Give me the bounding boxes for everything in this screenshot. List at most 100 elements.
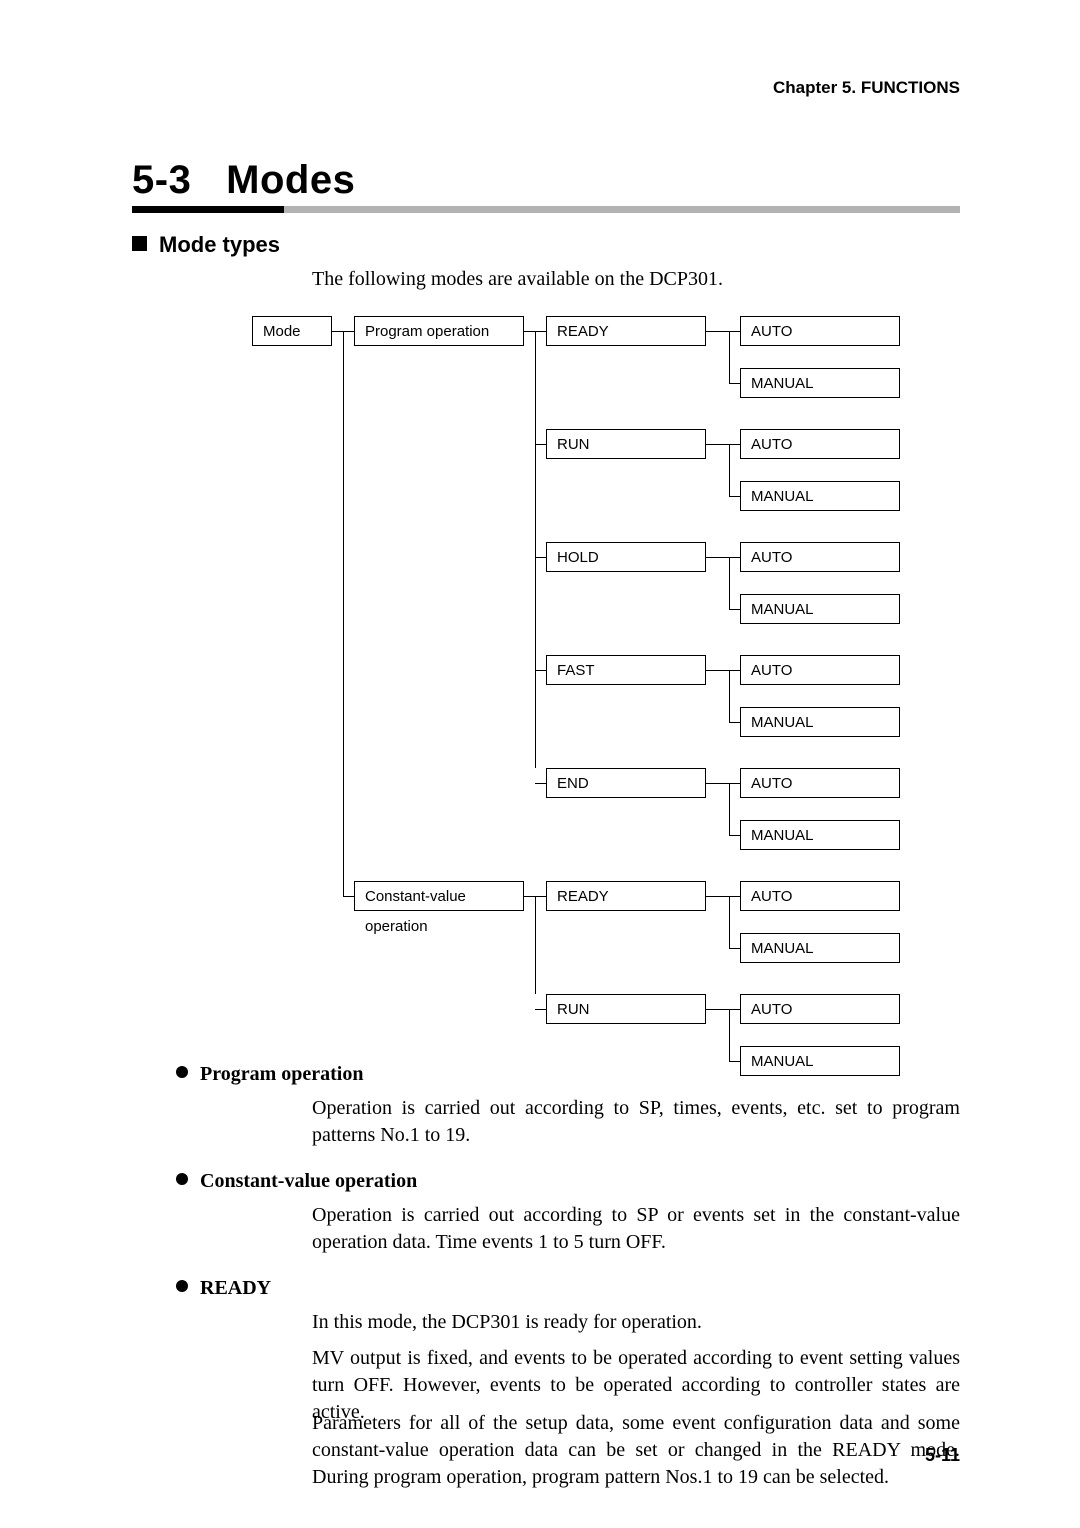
leaf-manual: MANUAL: [740, 481, 900, 511]
tree-line: [729, 670, 730, 722]
tree-line: [729, 1009, 740, 1010]
section-rule-gray: [284, 206, 960, 213]
tree-line: [535, 557, 546, 558]
leaf-auto: AUTO: [740, 881, 900, 911]
state-box: READY: [546, 881, 706, 911]
tree-line: [535, 1009, 546, 1010]
section-rule: [132, 206, 960, 224]
tree-line: [535, 670, 546, 671]
leaf-manual: MANUAL: [740, 820, 900, 850]
const-op-heading: Constant-value operation: [176, 1170, 417, 1193]
tree-line: [729, 331, 730, 383]
tree-line: [729, 783, 730, 835]
tree-line: [729, 609, 740, 610]
leaf-auto: AUTO: [740, 768, 900, 798]
leaf-auto: AUTO: [740, 655, 900, 685]
state-box: FAST: [546, 655, 706, 685]
tree-line: [729, 835, 740, 836]
prog-op-heading: Program operation: [176, 1063, 364, 1086]
program-operation-box: Program operation: [354, 316, 524, 346]
tree-line: [524, 331, 535, 332]
square-bullet-icon: [132, 236, 147, 251]
tree-line: [718, 331, 729, 332]
tree-line: [729, 383, 740, 384]
tree-line: [718, 1009, 729, 1010]
chapter-header: Chapter 5. FUNCTIONS: [773, 78, 960, 98]
tree-line: [729, 722, 740, 723]
tree-line: [535, 331, 536, 768]
page: Chapter 5. FUNCTIONS 5-3 Modes Mode type…: [0, 0, 1080, 1528]
state-box: RUN: [546, 994, 706, 1024]
tree-line: [535, 896, 546, 897]
section-number: 5-3: [132, 158, 191, 202]
tree-line: [729, 783, 740, 784]
section-title: 5-3 Modes: [132, 158, 355, 203]
tree-line: [718, 670, 729, 671]
leaf-manual: MANUAL: [740, 594, 900, 624]
bullet-icon: [176, 1280, 188, 1292]
tree-line: [729, 557, 740, 558]
section-name: Modes: [226, 158, 355, 202]
tree-line: [729, 670, 740, 671]
section-rule-accent: [132, 206, 284, 213]
tree-line: [729, 1009, 730, 1061]
tree-line: [706, 896, 718, 897]
ready-heading: READY: [176, 1277, 271, 1300]
tree-line: [729, 948, 740, 949]
tree-line: [729, 444, 730, 496]
leaf-manual: MANUAL: [740, 368, 900, 398]
tree-line: [729, 896, 730, 948]
tree-line: [706, 670, 718, 671]
ready-p1: In this mode, the DCP301 is ready for op…: [312, 1309, 960, 1336]
mode-types-intro: The following modes are available on the…: [312, 268, 723, 291]
ready-p3: Parameters for all of the setup data, so…: [312, 1410, 960, 1491]
bullet-icon: [176, 1173, 188, 1185]
leaf-manual: MANUAL: [740, 933, 900, 963]
tree-line: [343, 896, 354, 897]
prog-op-text: Operation is carried out according to SP…: [312, 1095, 960, 1149]
leaf-manual: MANUAL: [740, 1046, 900, 1076]
state-box: HOLD: [546, 542, 706, 572]
leaf-auto: AUTO: [740, 429, 900, 459]
mode-types-heading-label: Mode types: [159, 232, 280, 257]
mode-tree-diagram: Mode Program operation Constant-value op…: [132, 316, 960, 1070]
leaf-auto: AUTO: [740, 994, 900, 1024]
tree-line: [535, 783, 546, 784]
tree-line: [706, 1009, 718, 1010]
tree-line: [343, 331, 354, 332]
tree-line: [718, 444, 729, 445]
tree-line: [706, 331, 718, 332]
tree-line: [729, 557, 730, 609]
tree-line: [343, 331, 344, 896]
tree-line: [706, 783, 718, 784]
tree-line: [535, 331, 546, 332]
leaf-auto: AUTO: [740, 316, 900, 346]
tree-line: [524, 896, 535, 897]
leaf-auto: AUTO: [740, 542, 900, 572]
constant-operation-box: Constant-value operation: [354, 881, 524, 911]
tree-line: [706, 557, 718, 558]
bullet-icon: [176, 1066, 188, 1078]
tree-line: [718, 557, 729, 558]
state-box: READY: [546, 316, 706, 346]
const-op-title: Constant-value operation: [200, 1170, 417, 1192]
tree-line: [729, 331, 740, 332]
tree-line: [535, 896, 536, 994]
ready-title: READY: [200, 1277, 271, 1299]
state-box: END: [546, 768, 706, 798]
const-op-text: Operation is carried out according to SP…: [312, 1202, 960, 1256]
tree-line: [729, 496, 740, 497]
leaf-manual: MANUAL: [740, 707, 900, 737]
mode-root-box: Mode: [252, 316, 332, 346]
tree-line: [729, 1061, 740, 1062]
tree-line: [729, 444, 740, 445]
tree-line: [718, 896, 729, 897]
tree-line: [706, 444, 718, 445]
tree-line: [535, 444, 546, 445]
tree-line: [332, 331, 343, 332]
tree-line: [729, 896, 740, 897]
prog-op-title: Program operation: [200, 1063, 364, 1085]
page-number: 5-11: [925, 1445, 960, 1466]
tree-line: [718, 783, 729, 784]
state-box: RUN: [546, 429, 706, 459]
